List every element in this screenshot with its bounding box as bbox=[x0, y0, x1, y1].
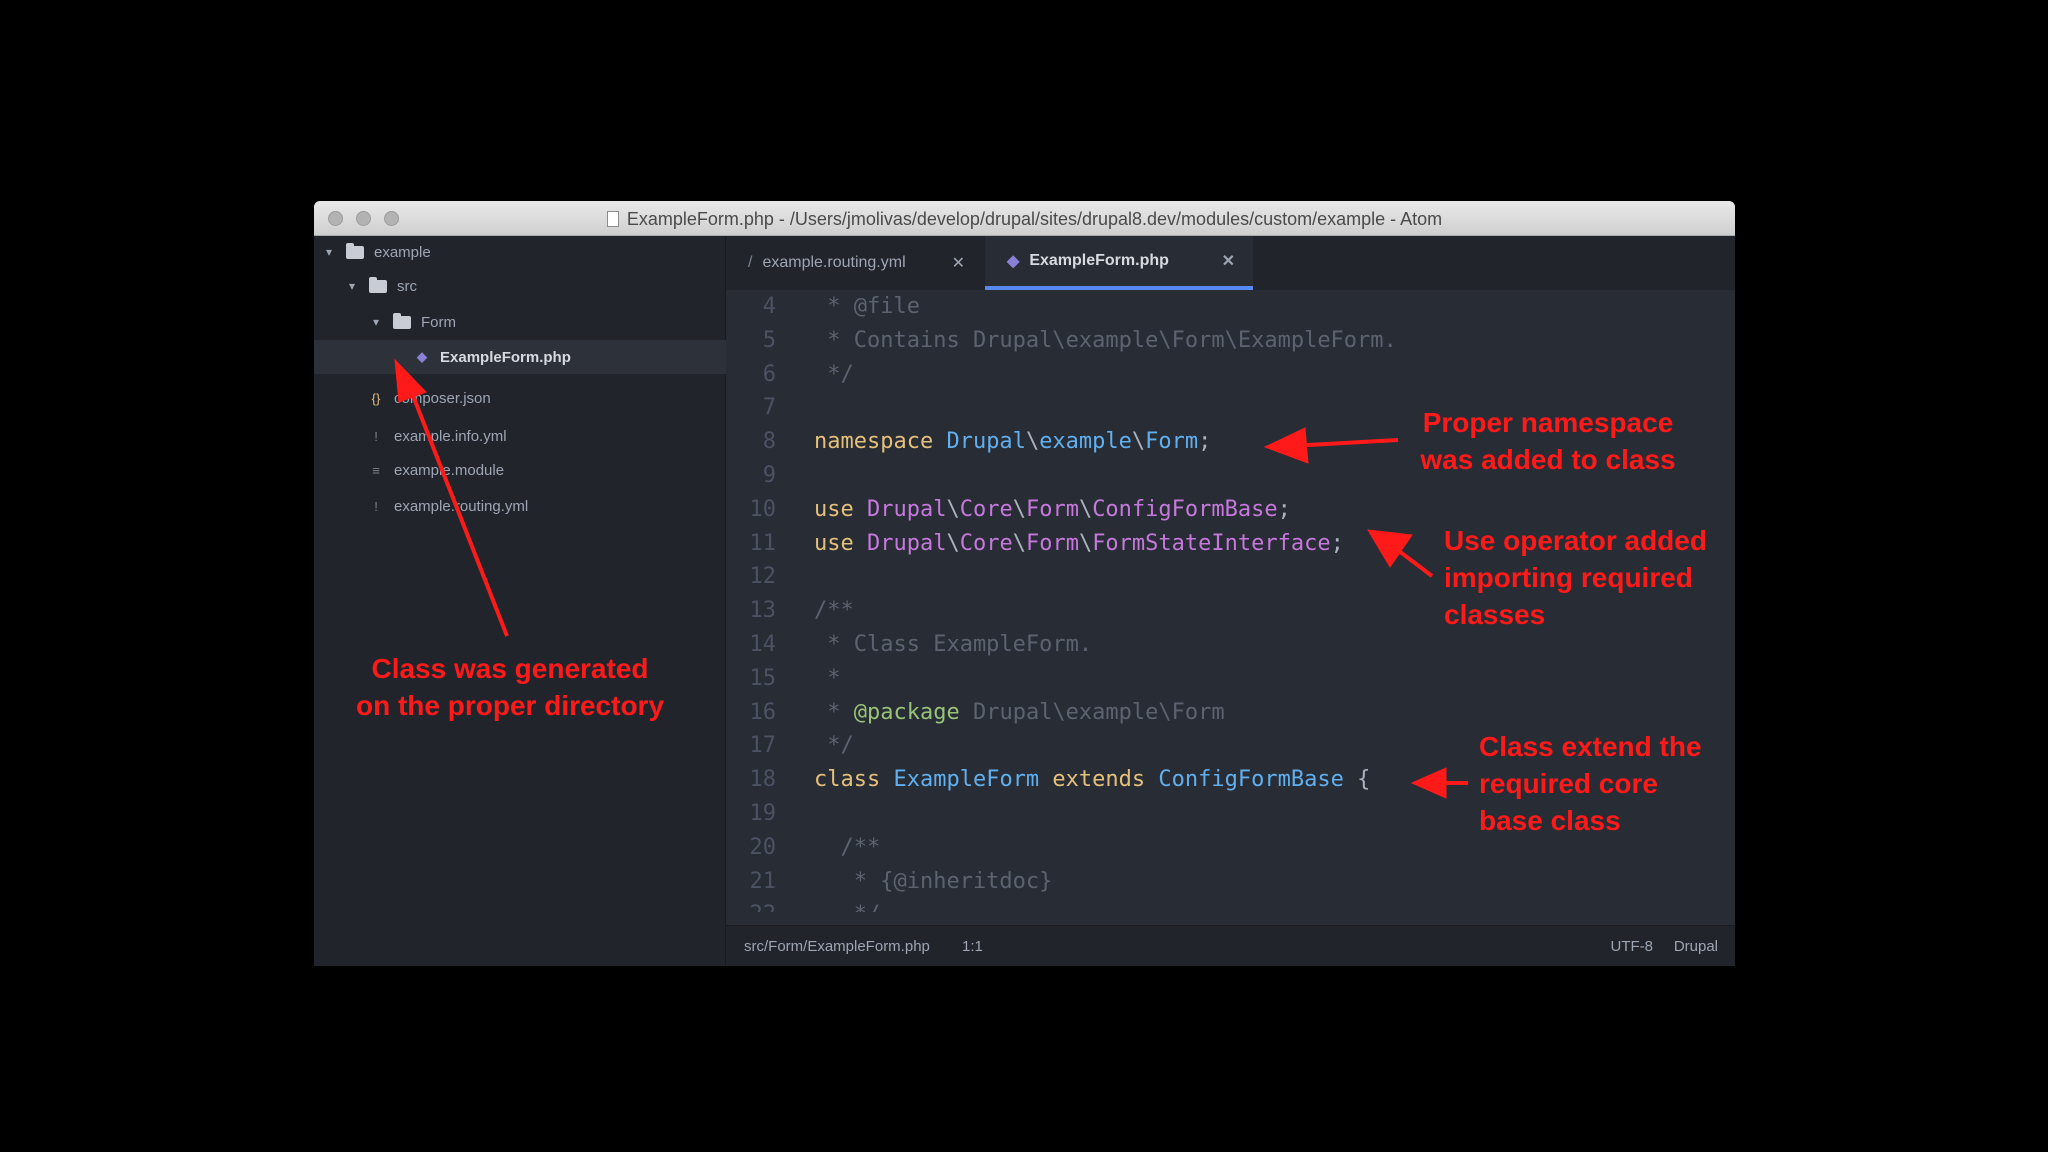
annotation-line: Proper namespace bbox=[1422, 407, 1674, 438]
annotation-line: classes bbox=[1444, 599, 1546, 630]
arrow-to-class bbox=[1410, 767, 1468, 799]
arrow-to-namespace bbox=[1263, 427, 1399, 464]
annotation-line: base class bbox=[1479, 805, 1621, 836]
annotation-line: required core bbox=[1479, 768, 1658, 799]
annotation-line: Class extend the bbox=[1479, 731, 1702, 762]
annotation-use-operator: Use operator added importing required cl… bbox=[1444, 522, 1734, 633]
arrow-to-use bbox=[1367, 529, 1434, 578]
arrow-to-directory bbox=[394, 358, 509, 637]
annotation-line: importing required bbox=[1444, 562, 1693, 593]
annotation-extend: Class extend the required core base clas… bbox=[1479, 728, 1739, 839]
annotation-line: was added to class bbox=[1420, 444, 1676, 475]
annotation-line: on the proper directory bbox=[355, 690, 665, 721]
annotation-line: Use operator added bbox=[1444, 525, 1707, 556]
annotation-line: Class was generated bbox=[371, 653, 649, 684]
annotation-directory: Class was generated on the proper direct… bbox=[330, 650, 690, 724]
annotation-namespace: Proper namespace was added to class bbox=[1408, 404, 1688, 478]
annotation-arrows bbox=[394, 358, 1468, 799]
